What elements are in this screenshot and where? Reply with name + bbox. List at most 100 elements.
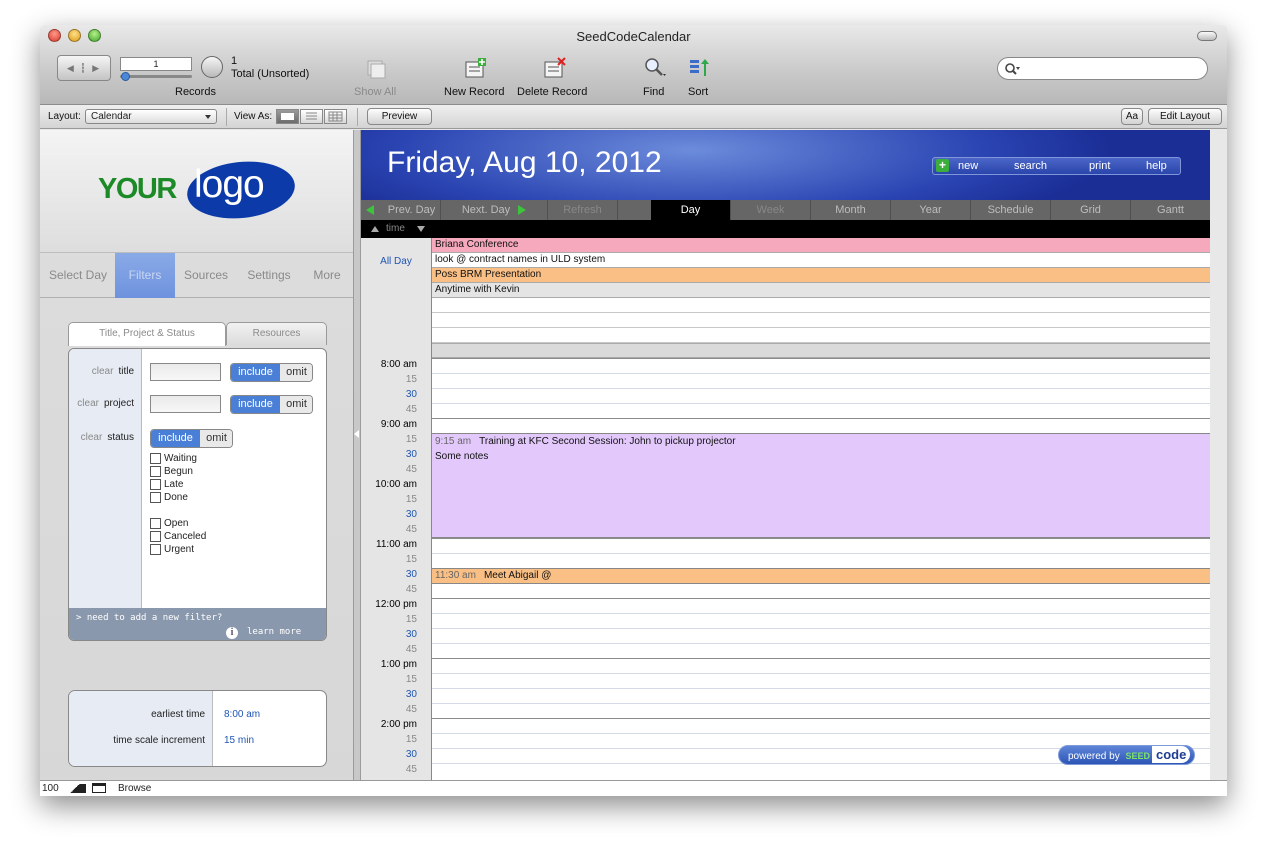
tab-day[interactable]: Day bbox=[651, 200, 731, 220]
include-button[interactable]: include bbox=[231, 396, 280, 413]
tab-resources[interactable]: Resources bbox=[226, 322, 327, 345]
grid-line bbox=[432, 418, 1210, 419]
time-label: 30 bbox=[405, 449, 417, 460]
refresh-button[interactable]: Refresh bbox=[548, 200, 618, 220]
status-area-toggle-icon[interactable] bbox=[92, 783, 106, 793]
omit-button[interactable]: omit bbox=[200, 430, 232, 447]
include-button[interactable]: include bbox=[231, 364, 280, 381]
title-filter-input[interactable] bbox=[150, 363, 221, 381]
view-as-list-button[interactable] bbox=[300, 109, 323, 124]
tab-sources[interactable]: Sources bbox=[177, 253, 235, 298]
status-checkbox-canceled[interactable]: Canceled bbox=[150, 531, 206, 542]
tab-select-day[interactable]: Select Day bbox=[44, 253, 112, 298]
app-window: SeedCodeCalendar ◀ ┇ ▶ 1 Records 1 Total… bbox=[40, 25, 1227, 796]
collapse-sidebar-icon[interactable] bbox=[354, 430, 359, 438]
time-label: 45 bbox=[405, 644, 417, 655]
status-include-omit-toggle[interactable]: include omit bbox=[150, 429, 233, 448]
powered-by-badge[interactable]: powered by SEED code bbox=[1058, 745, 1195, 765]
time-settings-panel: earliest time 8:00 am time scale increme… bbox=[68, 690, 327, 767]
project-filter-input[interactable] bbox=[150, 395, 221, 413]
zoom-icon[interactable] bbox=[64, 784, 86, 793]
all-day-empty-row[interactable] bbox=[432, 313, 1210, 328]
time-label: 1:00 pm bbox=[380, 659, 417, 670]
print-button[interactable]: print bbox=[1089, 158, 1110, 174]
quick-find-search[interactable] bbox=[997, 57, 1208, 80]
timed-event[interactable]: 11:30 am Meet Abigail @ bbox=[432, 568, 1210, 584]
timed-event[interactable]: 9:15 am Training at KFC Second Session: J… bbox=[432, 433, 1210, 538]
tab-gantt[interactable]: Gantt bbox=[1131, 200, 1210, 220]
project-include-omit-toggle[interactable]: include omit bbox=[230, 395, 313, 414]
find-button[interactable]: Find bbox=[643, 86, 664, 98]
new-record-button[interactable]: New Record bbox=[444, 86, 505, 98]
all-day-event[interactable]: Poss BRM Presentation bbox=[432, 268, 1210, 283]
tab-year[interactable]: Year bbox=[891, 200, 971, 220]
record-slider[interactable] bbox=[120, 75, 192, 78]
clear-status-link[interactable]: clear bbox=[81, 432, 103, 443]
filter-label-column bbox=[69, 349, 142, 609]
date-title: Friday, Aug 10, 2012 bbox=[387, 146, 662, 179]
all-day-event[interactable]: Briana Conference bbox=[432, 238, 1210, 253]
status-checkbox-done[interactable]: Done bbox=[150, 492, 188, 503]
next-day-button[interactable]: Next. Day bbox=[441, 200, 548, 220]
tab-schedule[interactable]: Schedule bbox=[971, 200, 1051, 220]
include-button[interactable]: include bbox=[151, 430, 200, 447]
help-button[interactable]: help bbox=[1146, 158, 1167, 174]
all-day-empty-row[interactable] bbox=[432, 298, 1210, 313]
edit-layout-button[interactable]: Edit Layout bbox=[1148, 108, 1222, 125]
delete-record-button[interactable]: Delete Record bbox=[517, 86, 587, 98]
grid-line bbox=[432, 403, 1210, 404]
time-increment-value[interactable]: 15 min bbox=[224, 735, 254, 746]
search-button[interactable]: search bbox=[1014, 158, 1047, 174]
tab-title-project-status[interactable]: Title, Project & Status bbox=[68, 322, 226, 346]
new-event-button[interactable]: new bbox=[958, 158, 978, 174]
sort-button[interactable]: Sort bbox=[688, 86, 708, 98]
status-checkbox-begun[interactable]: Begun bbox=[150, 466, 193, 477]
all-day-separator bbox=[432, 343, 1210, 358]
view-as-table-button[interactable] bbox=[324, 109, 347, 124]
show-all-button[interactable]: Show All bbox=[354, 86, 396, 98]
sidebar-splitter[interactable] bbox=[353, 130, 361, 780]
preview-button[interactable]: Preview bbox=[367, 108, 432, 125]
time-label: 30 bbox=[405, 629, 417, 640]
clear-project-link[interactable]: clear bbox=[77, 398, 99, 409]
layout-select[interactable]: Calendar bbox=[85, 109, 217, 124]
scroll-up-icon[interactable] bbox=[371, 226, 379, 232]
tab-settings[interactable]: Settings bbox=[238, 253, 300, 298]
omit-button[interactable]: omit bbox=[280, 364, 312, 381]
record-navigator[interactable]: ◀ ┇ ▶ bbox=[57, 55, 111, 81]
next-day-icon bbox=[518, 205, 527, 216]
all-day-empty-row[interactable] bbox=[432, 328, 1210, 343]
event-title: Training at KFC Second Session: John to … bbox=[479, 436, 736, 447]
tab-more[interactable]: More bbox=[304, 253, 350, 298]
zoom-level[interactable]: 100 bbox=[42, 781, 59, 796]
view-as-label: View As: bbox=[234, 111, 273, 122]
omit-button[interactable]: omit bbox=[280, 396, 312, 413]
earliest-time-value[interactable]: 8:00 am bbox=[224, 709, 260, 720]
tab-week[interactable]: Week bbox=[731, 200, 811, 220]
layout-bar: Layout: Calendar View As: Preview Aa Edi… bbox=[40, 105, 1227, 129]
tab-filters[interactable]: Filters bbox=[115, 253, 175, 298]
time-toggle-label[interactable]: time bbox=[386, 220, 405, 238]
text-formatting-button[interactable]: Aa bbox=[1121, 108, 1143, 125]
record-number-input[interactable]: 1 bbox=[120, 57, 192, 71]
tab-grid[interactable]: Grid bbox=[1051, 200, 1131, 220]
event-title: Meet Abigail @ bbox=[483, 570, 552, 581]
title-include-omit-toggle[interactable]: include omit bbox=[230, 363, 313, 382]
record-slider-handle[interactable] bbox=[121, 72, 130, 81]
clear-title-link[interactable]: clear bbox=[92, 366, 114, 377]
learn-more-link[interactable]: learn more bbox=[247, 627, 301, 637]
all-day-event[interactable]: look @ contract names in ULD system bbox=[432, 253, 1210, 268]
tab-month[interactable]: Month bbox=[811, 200, 891, 220]
view-as-form-button[interactable] bbox=[276, 109, 299, 124]
new-event-icon[interactable]: + bbox=[936, 159, 949, 172]
scroll-down-icon[interactable] bbox=[417, 226, 425, 232]
info-icon: i bbox=[226, 627, 238, 639]
all-day-event[interactable]: Anytime with Kevin bbox=[432, 283, 1210, 298]
status-checkbox-urgent[interactable]: Urgent bbox=[150, 544, 194, 555]
status-checkbox-late[interactable]: Late bbox=[150, 479, 183, 490]
toolbar-toggle-button[interactable] bbox=[1197, 31, 1217, 41]
prev-day-button[interactable]: Prev. Day bbox=[361, 200, 441, 220]
status-checkbox-open[interactable]: Open bbox=[150, 518, 188, 529]
status-filter-label: clear status bbox=[80, 432, 134, 443]
status-checkbox-waiting[interactable]: Waiting bbox=[150, 453, 197, 464]
